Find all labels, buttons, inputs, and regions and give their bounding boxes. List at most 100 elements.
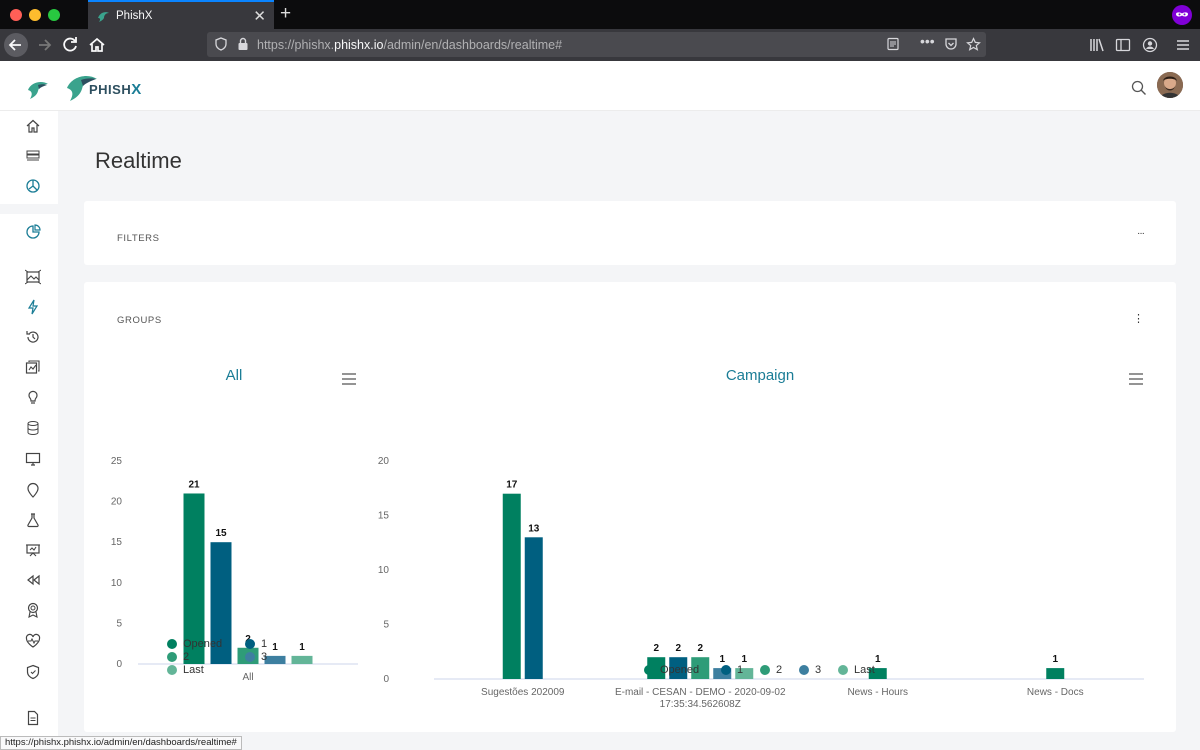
search-icon[interactable]	[1131, 80, 1147, 96]
library-icon[interactable]	[1089, 37, 1105, 53]
rewind-icon[interactable]	[25, 572, 41, 588]
history-icon[interactable]	[25, 329, 41, 345]
account-icon[interactable]	[1142, 37, 1158, 53]
chart-campaign-menu-icon[interactable]	[1129, 373, 1143, 385]
award-icon[interactable]	[25, 602, 41, 618]
heartbeat-icon[interactable]	[25, 633, 41, 649]
data-label: 1	[875, 654, 881, 665]
y-tick-label: 0	[383, 674, 389, 685]
tab-title: PhishX	[116, 9, 153, 22]
legend-item-opened[interactable]: Opened	[167, 638, 222, 650]
app-root: PHISHX Realtime FILTERS ··· GROUPS ⋮ All…	[0, 61, 1200, 750]
legend-item-last[interactable]: Last	[838, 664, 875, 676]
lightbulb-icon[interactable]	[25, 389, 41, 405]
map-pin-icon[interactable]	[25, 482, 41, 498]
data-label: 17	[506, 480, 518, 491]
new-tab-icon[interactable]: +	[280, 3, 291, 25]
browser-navigation-bar: https://phishx.phishx.io/admin/en/dashbo…	[0, 29, 1200, 61]
data-label: 15	[215, 528, 227, 539]
chart-pie-icon[interactable]	[25, 224, 41, 240]
legend-item-3[interactable]: 3	[245, 651, 267, 663]
close-window-button[interactable]	[10, 9, 22, 21]
filters-card: FILTERS ···	[84, 201, 1176, 265]
page-actions-icon[interactable]: •••	[920, 33, 935, 49]
private-browsing-icon	[1172, 5, 1192, 25]
data-label: 1	[299, 642, 305, 653]
y-tick-label: 5	[383, 620, 389, 631]
x-tick-label: All	[242, 672, 253, 683]
legend-item-3[interactable]: 3	[799, 664, 821, 676]
close-tab-icon[interactable]: ✕	[253, 7, 266, 25]
lightning-icon[interactable]	[25, 299, 41, 315]
maximize-window-button[interactable]	[48, 9, 60, 21]
sidebar-divider	[0, 204, 58, 214]
database-icon[interactable]	[25, 420, 41, 436]
chart-all-title: All	[225, 367, 243, 384]
bookmark-star-icon[interactable]	[966, 37, 981, 52]
image-icon[interactable]	[25, 269, 41, 285]
browser-tab[interactable]: PhishX ✕	[88, 0, 274, 29]
back-button[interactable]	[4, 33, 28, 57]
list-icon[interactable]	[25, 148, 41, 164]
legend-item-2[interactable]: 2	[760, 664, 782, 676]
y-tick-label: 20	[111, 497, 123, 508]
x-tick-label: Sugestões 202009	[481, 687, 565, 698]
filters-menu-icon[interactable]: ···	[1137, 228, 1145, 239]
avatar[interactable]	[1157, 72, 1183, 98]
groups-menu-icon[interactable]: ⋮	[1133, 312, 1144, 325]
x-tick-label: News - Hours	[847, 687, 908, 698]
legend-item-1[interactable]: 1	[721, 664, 743, 676]
chart-all: 05101520252115211All	[111, 456, 358, 683]
minimize-window-button[interactable]	[29, 9, 41, 21]
home-button[interactable]	[85, 33, 109, 57]
phishx-fish-icon[interactable]	[25, 76, 51, 102]
legend-item-2[interactable]: 2	[167, 651, 189, 663]
menu-icon[interactable]	[1175, 37, 1191, 53]
chart-campaign-title: Campaign	[725, 367, 795, 384]
shield-icon[interactable]	[25, 664, 41, 680]
y-tick-label: 15	[378, 511, 390, 522]
forward-button[interactable]	[32, 33, 56, 57]
y-tick-label: 25	[111, 456, 123, 467]
y-tick-label: 10	[378, 565, 390, 576]
legend-item-1[interactable]: 1	[245, 638, 267, 650]
home-icon[interactable]	[25, 118, 41, 134]
bar-opened	[502, 493, 521, 679]
phishx-favicon-icon	[98, 11, 109, 22]
groups-label: GROUPS	[117, 315, 162, 326]
data-label: 2	[675, 643, 681, 654]
dashboard-icon[interactable]	[25, 178, 41, 194]
legend-marker	[799, 665, 809, 675]
filters-label[interactable]: FILTERS	[117, 233, 160, 244]
y-tick-label: 10	[111, 578, 123, 589]
y-tick-label: 0	[116, 659, 122, 670]
pocket-icon[interactable]	[944, 37, 958, 51]
reader-view-icon[interactable]	[886, 37, 900, 51]
chart-all-menu-icon[interactable]	[342, 373, 356, 385]
sidebar-toggle-icon[interactable]	[1115, 37, 1131, 53]
url-text[interactable]: https://phishx.phishx.io/admin/en/dashbo…	[257, 38, 562, 52]
legend-label: 3	[815, 664, 822, 676]
legend-label: Opened	[660, 664, 700, 676]
legend-marker	[760, 665, 770, 675]
lock-icon[interactable]	[237, 37, 249, 51]
data-label: 21	[188, 479, 200, 490]
legend-label: 3	[261, 651, 268, 663]
presentation-icon[interactable]	[25, 542, 41, 558]
legend-marker	[721, 665, 731, 675]
brand-wordmark[interactable]: PHISHX	[89, 81, 142, 98]
legend-item-opened[interactable]: Opened	[644, 664, 699, 676]
browser-tab-bar: PhishX ✕ +	[0, 0, 1200, 29]
chart-campaign: 051015201713Sugestões 2020092 2 21 1E-mail …	[378, 456, 1144, 710]
shield-tracking-icon[interactable]	[214, 37, 228, 51]
flask-icon[interactable]	[25, 512, 41, 528]
monitor-icon[interactable]	[25, 451, 41, 467]
page-title: Realtime	[95, 148, 182, 173]
image-chart-icon[interactable]	[25, 359, 41, 375]
data-label: 13	[528, 523, 540, 534]
document-icon[interactable]	[25, 710, 41, 726]
legend-marker	[838, 665, 848, 675]
legend-item-last[interactable]: Last	[167, 664, 204, 676]
url-bar[interactable]: https://phishx.phishx.io/admin/en/dashbo…	[207, 32, 986, 57]
reload-button[interactable]	[58, 33, 82, 57]
